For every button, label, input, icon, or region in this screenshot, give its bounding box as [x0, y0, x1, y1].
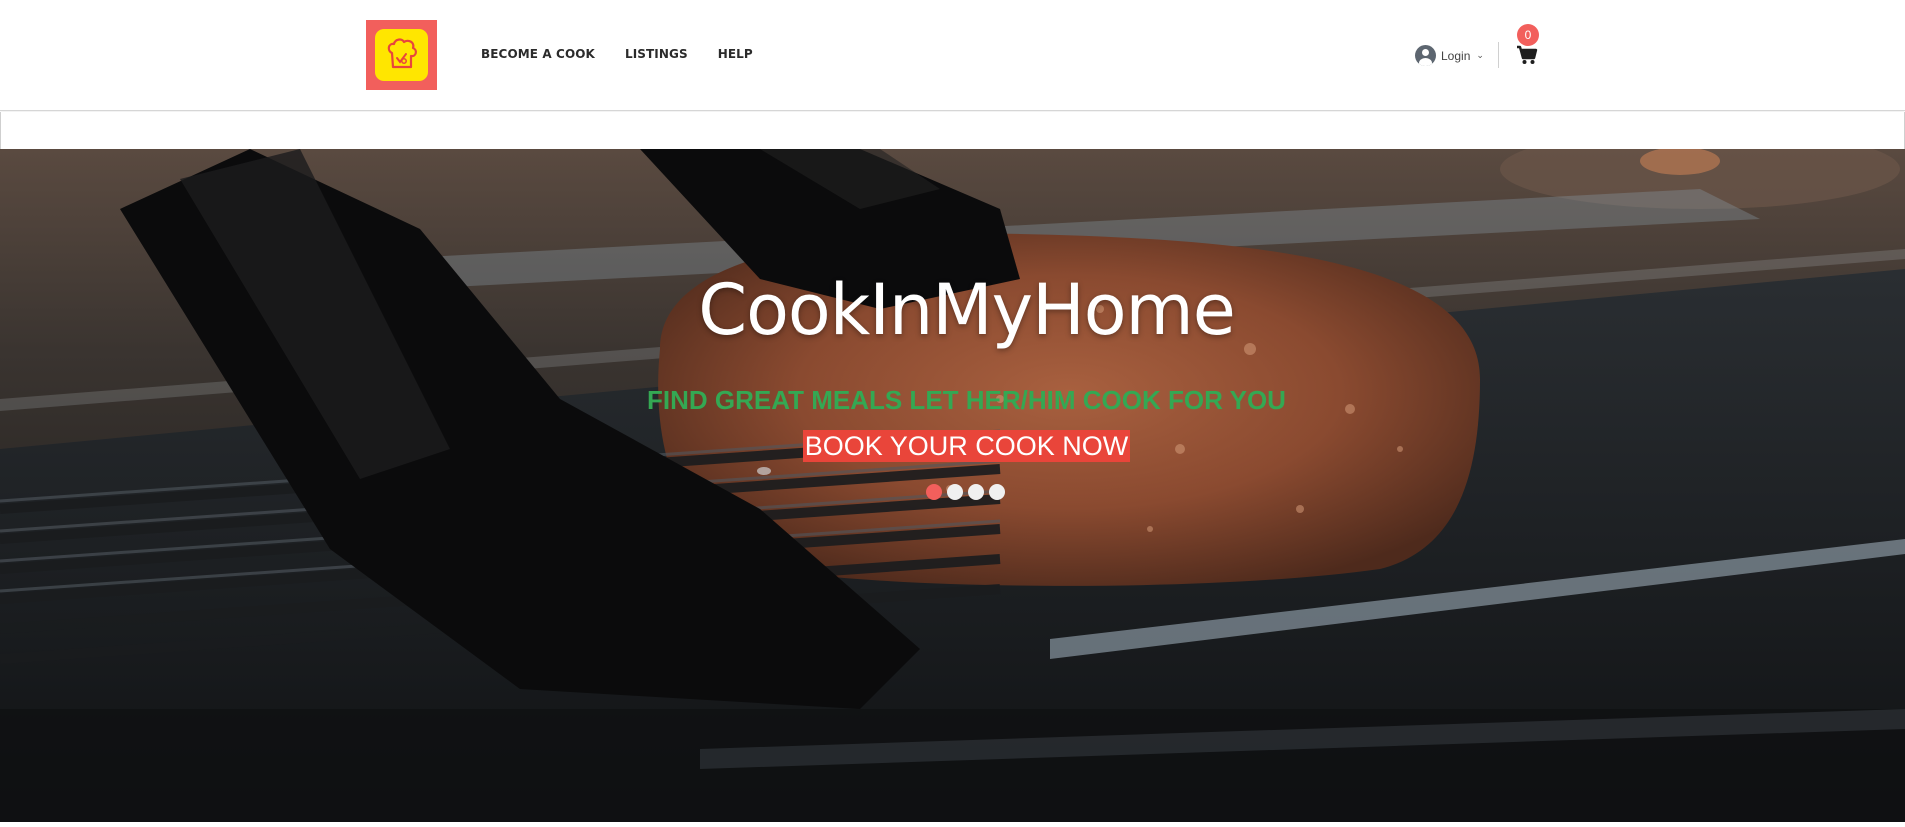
- header-divider: [1498, 42, 1499, 68]
- nav-help[interactable]: HELP: [718, 47, 753, 61]
- cart-count-badge: 0: [1517, 24, 1539, 46]
- carousel-indicators: [926, 484, 1005, 500]
- hero-banner: CookInMyHome FIND GREAT MEALS LET HER/HI…: [0, 149, 1905, 822]
- carousel-dot[interactable]: [926, 484, 942, 500]
- nav-listings[interactable]: LISTINGS: [625, 47, 688, 61]
- hero-subtitle: FIND GREAT MEALS LET HER/HIM COOK FOR YO…: [647, 385, 1286, 415]
- carousel-dot[interactable]: [968, 484, 984, 500]
- book-cook-button[interactable]: BOOK YOUR COOK NOW: [803, 430, 1130, 462]
- site-logo[interactable]: [366, 20, 437, 90]
- shopping-cart-icon[interactable]: [1516, 44, 1538, 66]
- carousel-dot[interactable]: [989, 484, 1005, 500]
- chevron-down-icon: ⌄: [1476, 50, 1484, 60]
- site-header: BECOME A COOK LISTINGS HELP Login ⌄ 0: [0, 0, 1905, 111]
- chef-hat-icon: [375, 29, 428, 81]
- user-circle-icon: [1415, 45, 1436, 66]
- login-menu[interactable]: Login ⌄: [1415, 45, 1484, 66]
- nav-become-a-cook[interactable]: BECOME A COOK: [481, 47, 595, 61]
- hero-title: CookInMyHome: [698, 269, 1236, 351]
- carousel-dot[interactable]: [947, 484, 963, 500]
- login-label: Login: [1441, 48, 1471, 63]
- main-nav: BECOME A COOK LISTINGS HELP: [481, 47, 753, 61]
- sub-header-strip: [0, 112, 1905, 149]
